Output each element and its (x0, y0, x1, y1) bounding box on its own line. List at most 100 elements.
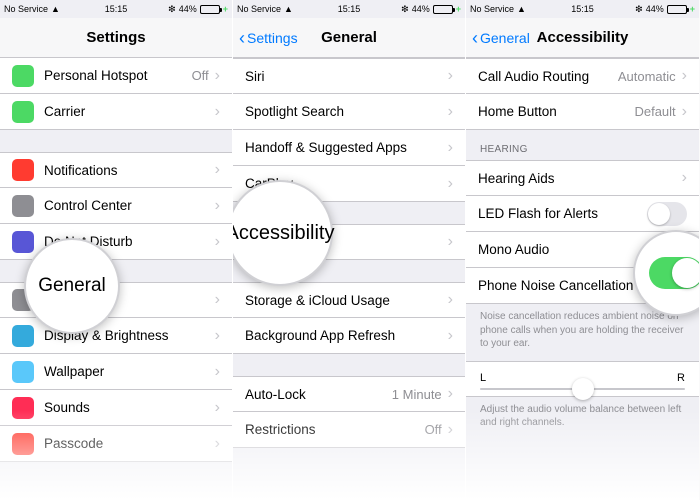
row-label: Sounds (44, 400, 209, 415)
row-spotlight[interactable]: Spotlight Search › (233, 94, 465, 130)
row-value: Default (634, 104, 675, 119)
wallpaper-icon (12, 361, 34, 383)
moon-icon (12, 231, 34, 253)
status-time: 15:15 (0, 4, 232, 14)
slider-thumb[interactable] (572, 378, 594, 400)
row-home-button[interactable]: Home Button Default › (466, 94, 699, 130)
row-label: LED Flash for Alerts (478, 206, 647, 221)
back-label: General (480, 30, 530, 46)
row-personal-hotspot[interactable]: Personal Hotspot Off › (0, 58, 232, 94)
chevron-right-icon: › (215, 233, 220, 251)
row-label: Wallpaper (44, 364, 209, 379)
row-label: Passcode (44, 436, 209, 451)
chevron-right-icon: › (448, 233, 453, 251)
battery-icon (667, 5, 687, 14)
chevron-right-icon: › (215, 197, 220, 215)
chevron-right-icon: › (215, 399, 220, 417)
back-button[interactable]: ‹Settings (239, 29, 298, 47)
phone-icon (12, 101, 34, 123)
row-hearing-aids[interactable]: Hearing Aids › (466, 160, 699, 196)
page-title: General (321, 29, 377, 46)
row-value: Off (425, 422, 442, 437)
chevron-right-icon: › (448, 67, 453, 85)
row-siri[interactable]: Siri › (233, 58, 465, 94)
battery-icon (433, 5, 453, 14)
row-label: Auto-Lock (245, 387, 386, 402)
balance-slider[interactable] (480, 388, 685, 390)
row-call-audio-routing[interactable]: Call Audio Routing Automatic › (466, 58, 699, 94)
slider-left-label: L (480, 372, 486, 384)
row-handoff[interactable]: Handoff & Suggested Apps › (233, 130, 465, 166)
hearing-header: HEARING (466, 130, 699, 160)
status-bar: No Service▲ 15:15 ❇44%+ (0, 0, 232, 18)
row-storage[interactable]: Storage & iCloud Usage › (233, 282, 465, 318)
balance-note: Adjust the audio volume balance between … (466, 397, 699, 440)
back-button[interactable]: ‹General (472, 29, 530, 47)
chevron-right-icon: › (215, 327, 220, 345)
row-label: Home Button (478, 104, 628, 119)
nav-bar: ‹General Accessibility (466, 18, 699, 58)
row-sounds[interactable]: Sounds › (0, 390, 232, 426)
battery-icon (200, 5, 220, 14)
control-center-icon (12, 195, 34, 217)
chevron-right-icon: › (448, 139, 453, 157)
chevron-right-icon: › (215, 291, 220, 309)
chevron-right-icon: › (682, 67, 687, 85)
back-label: Settings (247, 30, 298, 46)
row-label: Storage & iCloud Usage (245, 293, 442, 308)
chevron-right-icon: › (448, 291, 453, 309)
nav-bar: Settings (0, 18, 232, 58)
page-title: Settings (86, 29, 145, 46)
row-label: Carrier (44, 104, 209, 119)
row-label: Siri (245, 69, 442, 84)
display-icon (12, 325, 34, 347)
chevron-left-icon: ‹ (239, 29, 245, 47)
row-notifications[interactable]: Notifications › (0, 152, 232, 188)
chevron-right-icon: › (448, 421, 453, 439)
page-title: Accessibility (537, 29, 629, 46)
row-restrictions[interactable]: Restrictions Off › (233, 412, 465, 448)
led-flash-toggle[interactable] (647, 202, 687, 226)
magnifier-label: General (32, 275, 112, 297)
row-led-flash[interactable]: LED Flash for Alerts (466, 196, 699, 232)
status-time: 15:15 (233, 4, 465, 14)
row-carrier[interactable]: Carrier › (0, 94, 232, 130)
row-label: Mono Audio (478, 242, 647, 257)
magnifier-label: Accessibility (233, 222, 340, 245)
chevron-right-icon: › (682, 103, 687, 121)
balance-slider-row: L R (466, 361, 699, 397)
chevron-right-icon: › (448, 103, 453, 121)
row-passcode[interactable]: Passcode › (0, 426, 232, 462)
chevron-right-icon: › (215, 363, 220, 381)
slider-right-label: R (677, 372, 685, 384)
row-value: Off (192, 68, 209, 83)
accessibility-screen: No Service▲ 15:15 ❇44%+ ‹General Accessi… (466, 0, 699, 500)
row-wallpaper[interactable]: Wallpaper › (0, 354, 232, 390)
row-background-refresh[interactable]: Background App Refresh › (233, 318, 465, 354)
row-display-brightness[interactable]: Display & Brightness › (0, 318, 232, 354)
chevron-right-icon: › (448, 385, 453, 403)
toggle-on-icon (649, 257, 699, 289)
row-auto-lock[interactable]: Auto-Lock 1 Minute › (233, 376, 465, 412)
row-label: Notifications (44, 163, 209, 178)
chevron-right-icon: › (682, 169, 687, 187)
row-label: Handoff & Suggested Apps (245, 140, 442, 155)
row-value: 1 Minute (392, 387, 442, 402)
row-control-center[interactable]: Control Center › (0, 188, 232, 224)
row-label: Spotlight Search (245, 104, 442, 119)
row-label: Background App Refresh (245, 328, 442, 343)
nav-bar: ‹Settings General (233, 18, 465, 58)
lock-icon (12, 433, 34, 455)
chevron-right-icon: › (448, 175, 453, 193)
row-label: Control Center (44, 198, 209, 213)
general-screen: No Service▲ 15:15 ❇44%+ ‹Settings Genera… (233, 0, 466, 500)
status-bar: No Service▲ 15:15 ❇44%+ (466, 0, 699, 18)
settings-screen: No Service▲ 15:15 ❇44%+ Settings Persona… (0, 0, 233, 500)
status-bar: No Service▲ 15:15 ❇44%+ (233, 0, 465, 18)
chevron-right-icon: › (448, 327, 453, 345)
notifications-icon (12, 159, 34, 181)
chevron-right-icon: › (215, 161, 220, 179)
row-label: Personal Hotspot (44, 68, 186, 83)
row-label: Restrictions (245, 422, 419, 437)
row-label: Phone Noise Cancellation (478, 278, 647, 293)
